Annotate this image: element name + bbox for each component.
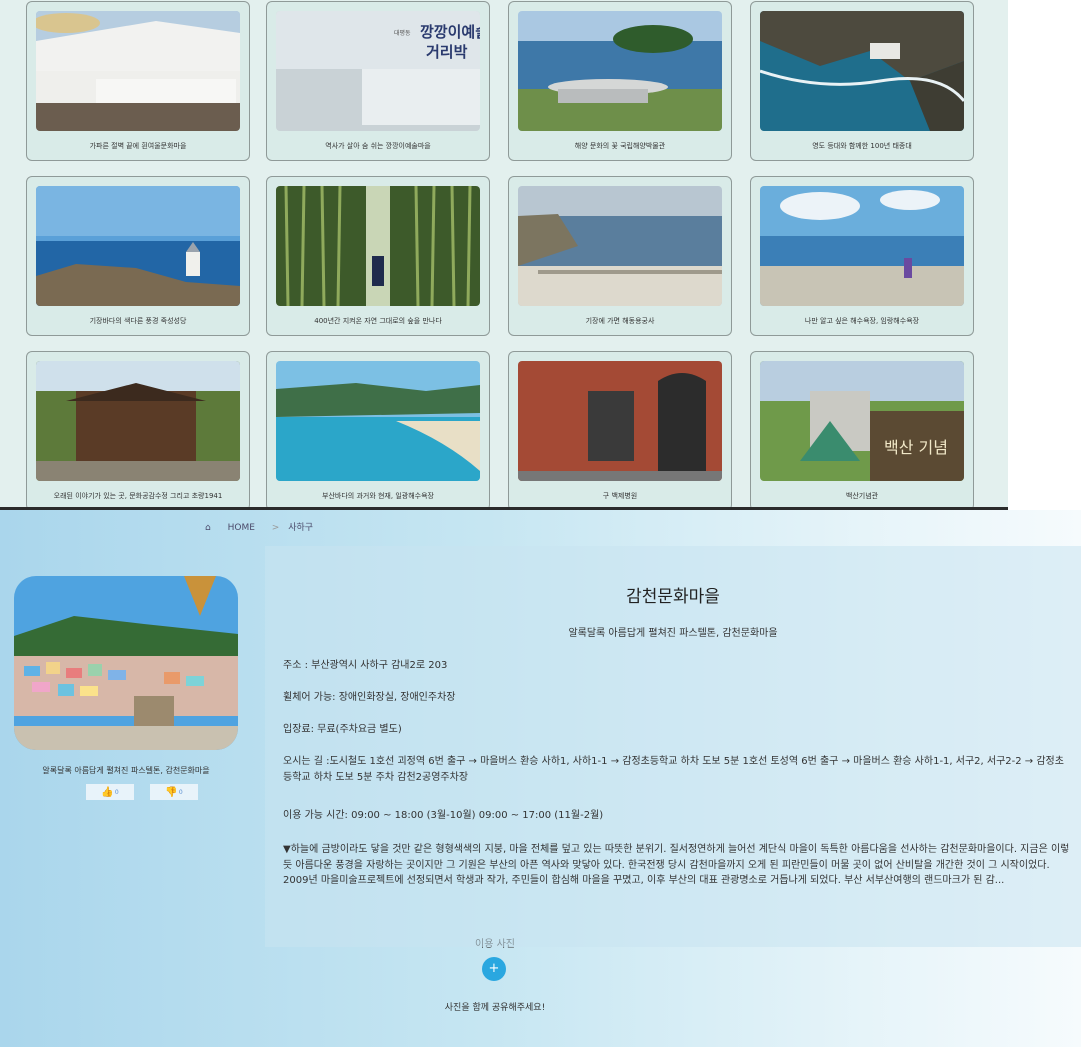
page-title: 감천문화마을 xyxy=(626,587,720,607)
gamcheon-village-photo xyxy=(14,576,238,750)
thumbs-up-icon: 👍 xyxy=(101,786,114,798)
card-caption: 백산기념관 xyxy=(845,492,879,500)
taejongdae-lighthouse-image xyxy=(760,11,964,131)
photo-caption: 알록달록 아름답게 펼쳐진 파스텔톤, 감천문화마을 xyxy=(42,766,210,775)
add-photo-button[interactable]: + xyxy=(482,957,506,981)
card-caption: 오래된 이야기가 있는 곳, 문화공감수정 그리고 초량1941 xyxy=(53,492,223,500)
maritime-museum-image xyxy=(518,11,722,131)
attraction-grid: 가파른 절벽 끝에 흰여울문화마을 대평동 깡깡이예술 거리박 역사가 살아 숨… xyxy=(0,0,1008,510)
reaction-buttons: 👍 0 👎 0 xyxy=(86,784,198,800)
card-caption: 역사가 살아 숨 쉬는 깡깡이예술마을 xyxy=(325,142,431,150)
attraction-detail: ⌂ HOME > 사하구 알록달록 아름답게 펼쳐진 파스텔톤, 감천문화마을 … xyxy=(0,510,1081,1047)
attraction-card[interactable]: 나만 알고 싶은 해수욕장, 임랑해수욕장 xyxy=(750,176,974,336)
card-caption: 부산바다의 과거와 현재, 일광해수욕장 xyxy=(322,492,434,500)
seaside-church-image xyxy=(36,186,240,306)
attraction-card[interactable]: 대평동 깡깡이예술 거리박 역사가 살아 숨 쉬는 깡깡이예술마을 xyxy=(266,1,490,161)
beach-image xyxy=(760,186,964,306)
dislike-count: 0 xyxy=(178,788,183,796)
bamboo-forest-image xyxy=(276,186,480,306)
card-caption: 400년간 지켜온 자연 그대로의 숲을 만나다 xyxy=(314,317,442,325)
attraction-card[interactable]: 기장바다의 색다른 풍경 죽성성당 xyxy=(26,176,250,336)
address-text: 주소 : 부산광역시 사하구 감내2로 203 xyxy=(283,660,448,671)
coastal-village-image xyxy=(36,11,240,131)
card-caption: 영도 등대와 함께한 100년 태종대 xyxy=(812,142,912,150)
attraction-card[interactable]: 가파른 절벽 끝에 흰여울문화마을 xyxy=(26,1,250,161)
memorial-sign-text: 백산 기념 xyxy=(884,438,948,457)
card-caption: 기장바다의 색다른 풍경 죽성성당 xyxy=(89,317,187,325)
breadcrumb-home[interactable]: HOME xyxy=(228,523,255,533)
attraction-card[interactable]: 400년간 지켜온 자연 그대로의 숲을 만나다 xyxy=(266,176,490,336)
breadcrumb-current[interactable]: 사하구 xyxy=(288,523,313,533)
memorial-hall-image: 백산 기념 xyxy=(760,361,964,481)
like-button[interactable]: 👍 0 xyxy=(86,784,134,800)
wheelchair-text: 휠체어 가능: 장애인화장실, 장애인주차장 xyxy=(283,692,456,703)
attraction-card[interactable]: 영도 등대와 함께한 100년 태종대 xyxy=(750,1,974,161)
card-caption: 나만 알고 싶은 해수욕장, 임랑해수욕장 xyxy=(804,317,920,325)
sign-line2: 거리박 xyxy=(426,43,468,61)
home-icon[interactable]: ⌂ xyxy=(205,523,211,533)
attraction-card[interactable]: 구 백제병원 xyxy=(508,351,732,510)
sign-small-text: 대평동 xyxy=(394,29,411,37)
attraction-card[interactable]: 백산 기념 백산기념관 xyxy=(750,351,974,510)
like-count: 0 xyxy=(114,788,119,796)
card-caption: 기장에 가면 해동용궁사 xyxy=(585,317,655,325)
hours-text: 이용 가능 시간: 09:00 ~ 18:00 (3월-10월) 09:00 ~… xyxy=(283,810,604,821)
attraction-card[interactable]: 오래된 이야기가 있는 곳, 문화공감수정 그리고 초량1941 xyxy=(26,351,250,510)
card-caption: 해양 문화의 꽃 국립해양박물관 xyxy=(574,142,666,150)
attraction-card[interactable]: 부산바다의 과거와 현재, 일광해수욕장 xyxy=(266,351,490,510)
old-house-image xyxy=(36,361,240,481)
card-caption: 가파른 절벽 끝에 흰여울문화마을 xyxy=(89,142,187,150)
dislike-button[interactable]: 👎 0 xyxy=(150,784,198,800)
seaside-temple-image xyxy=(518,186,722,306)
thumbs-down-icon: 👎 xyxy=(165,786,178,798)
fee-text: 입장료: 무료(주차요금 별도) xyxy=(283,724,402,735)
attraction-card[interactable]: 해양 문화의 꽃 국립해양박물관 xyxy=(508,1,732,161)
art-village-sign-image: 대평동 깡깡이예술 거리박 xyxy=(276,11,480,131)
page-subtitle: 알록달록 아름답게 펼쳐진 파스텔톤, 감천문화마을 xyxy=(568,628,778,639)
directions-text: 오시는 길 :도시철도 1호선 괴정역 6번 출구 → 마을버스 환승 사하1,… xyxy=(283,756,1064,783)
breadcrumb: ⌂ HOME > 사하구 xyxy=(205,520,327,533)
bay-image xyxy=(276,361,480,481)
share-prompt: 사진을 함께 공유해주세요! xyxy=(444,1003,546,1013)
sign-line1: 깡깡이예술 xyxy=(420,23,480,41)
brick-building-image xyxy=(518,361,722,481)
description-text: ▼하늘에 금방이라도 닿을 것만 같은 형형색색의 지붕, 마을 전체를 덮고 … xyxy=(283,844,1070,886)
attraction-card[interactable]: 기장에 가면 해동용궁사 xyxy=(508,176,732,336)
card-caption: 구 백제병원 xyxy=(602,492,638,500)
info-panel: 감천문화마을 알록달록 아름답게 펼쳐진 파스텔톤, 감천문화마을 주소 : 부… xyxy=(265,546,1081,947)
breadcrumb-separator: > xyxy=(271,523,280,533)
